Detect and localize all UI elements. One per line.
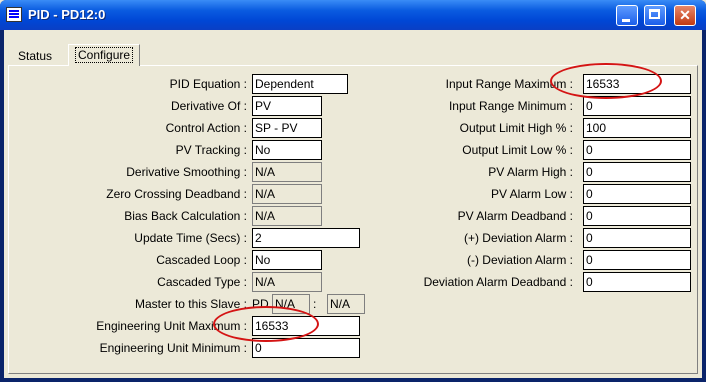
input-range-maximum-field[interactable]: 16533	[583, 74, 691, 94]
derivative-of-field[interactable]: PV	[252, 96, 322, 116]
tab-configure-label: Configure	[75, 47, 134, 63]
master-element-field: N/A	[327, 294, 365, 314]
control-action-field[interactable]: SP - PV	[252, 118, 322, 138]
output-limit-high-field[interactable]: 100	[583, 118, 691, 138]
input-range-minimum-field[interactable]: 0	[583, 96, 691, 116]
zero-crossing-deadband-field: N/A	[252, 184, 322, 204]
label-control-action: Control Action :	[165, 121, 247, 135]
pv-alarm-high-field[interactable]: 0	[583, 162, 691, 182]
label-pv-alarm-deadband: PV Alarm Deadband :	[457, 209, 573, 223]
dialog-client-area: Status Configure PID Equation : Dependen…	[4, 30, 702, 378]
label-zero-crossing-deadband: Zero Crossing Deadband :	[106, 187, 247, 201]
label-deviation-alarm-deadband: Deviation Alarm Deadband :	[423, 275, 573, 289]
cascaded-loop-field[interactable]: No	[252, 250, 322, 270]
label-output-limit-high: Output Limit High % :	[459, 121, 573, 135]
master-separator: :	[313, 297, 317, 311]
label-engineering-unit-maximum: Engineering Unit Maximum :	[96, 319, 247, 333]
derivative-smoothing-field: N/A	[252, 162, 322, 182]
master-file-field: N/A	[272, 294, 310, 314]
close-button[interactable]: ✕	[674, 5, 696, 26]
plus-deviation-alarm-field[interactable]: 0	[583, 228, 691, 248]
pid-window: PID - PD12:0 ✕ Status Configure PID Equa…	[0, 0, 706, 382]
label-pv-alarm-high: PV Alarm High :	[488, 165, 573, 179]
label-bias-back-calculation: Bias Back Calculation :	[124, 209, 247, 223]
label-plus-deviation-alarm: (+) Deviation Alarm :	[463, 231, 573, 245]
cascaded-type-field: N/A	[252, 272, 322, 292]
label-pv-tracking: PV Tracking :	[175, 143, 247, 157]
pv-tracking-field[interactable]: No	[252, 140, 322, 160]
label-engineering-unit-minimum: Engineering Unit Minimum :	[99, 341, 247, 355]
engineering-unit-maximum-field[interactable]: 16533	[252, 316, 360, 336]
minimize-button[interactable]	[616, 5, 638, 26]
window-title: PID - PD12:0	[28, 7, 106, 22]
label-master-to-this-slave: Master to this Slave :	[134, 297, 247, 311]
master-prefix: PD	[252, 297, 269, 311]
output-limit-low-field[interactable]: 0	[583, 140, 691, 160]
tab-configure[interactable]: Configure	[68, 44, 141, 66]
configure-panel: PID Equation : Dependent Derivative Of :…	[8, 63, 698, 374]
label-cascaded-type: Cascaded Type :	[157, 275, 247, 289]
title-bar[interactable]: PID - PD12:0 ✕	[0, 0, 706, 30]
pv-alarm-low-field[interactable]: 0	[583, 184, 691, 204]
pv-alarm-deadband-field[interactable]: 0	[583, 206, 691, 226]
pid-equation-field[interactable]: Dependent	[252, 74, 348, 94]
bias-back-calculation-field: N/A	[252, 206, 322, 226]
label-derivative-smoothing: Derivative Smoothing :	[126, 165, 247, 179]
update-time-field[interactable]: 2	[252, 228, 360, 248]
app-icon	[6, 7, 22, 22]
minus-deviation-alarm-field[interactable]: 0	[583, 250, 691, 270]
label-cascaded-loop: Cascaded Loop :	[156, 253, 247, 267]
engineering-unit-minimum-field[interactable]: 0	[252, 338, 360, 358]
label-output-limit-low: Output Limit Low % :	[462, 143, 573, 157]
maximize-button[interactable]	[644, 5, 666, 26]
label-update-time: Update Time (Secs) :	[134, 231, 247, 245]
label-derivative-of: Derivative Of :	[170, 99, 247, 113]
label-input-range-minimum: Input Range Minimum :	[448, 99, 573, 113]
label-pid-equation: PID Equation :	[169, 77, 247, 91]
deviation-alarm-deadband-field[interactable]: 0	[583, 272, 691, 292]
label-minus-deviation-alarm: (-) Deviation Alarm :	[466, 253, 573, 267]
tab-status[interactable]: Status	[12, 46, 58, 66]
label-pv-alarm-low: PV Alarm Low :	[490, 187, 573, 201]
label-input-range-maximum: Input Range Maximum :	[445, 77, 573, 91]
